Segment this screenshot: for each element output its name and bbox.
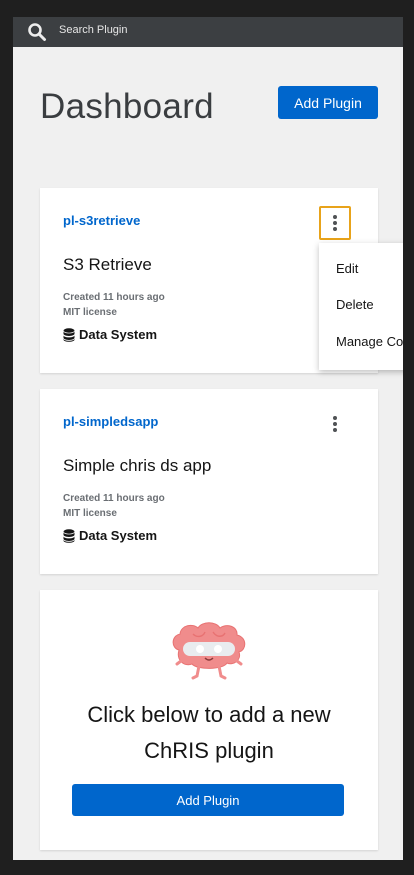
page-title: Dashboard <box>40 87 214 126</box>
add-plugin-cta-button[interactable]: Add Plugin <box>72 784 344 816</box>
plugin-card: pl-simpledsapp Simple chris ds app Creat… <box>40 389 378 574</box>
add-plugin-card: Click below to add a new ChRIS plugin Ad… <box>40 590 378 850</box>
plugin-created: Created 11 hours ago <box>63 493 165 504</box>
plugin-name-link[interactable]: pl-s3retrieve <box>63 213 140 228</box>
plugin-license: MIT license <box>63 508 117 519</box>
kebab-icon <box>333 416 337 432</box>
top-search-bar: Search Plugin <box>13 17 403 47</box>
menu-item-delete[interactable]: Delete <box>336 297 374 312</box>
add-plugin-button[interactable]: Add Plugin <box>278 86 378 119</box>
search-input[interactable]: Search Plugin <box>59 24 128 36</box>
kebab-menu-button[interactable] <box>319 206 351 240</box>
kebab-menu-button[interactable] <box>319 407 351 441</box>
kebab-icon <box>333 215 337 231</box>
plugin-name-link[interactable]: pl-simpledsapp <box>63 414 158 429</box>
database-icon <box>63 528 75 543</box>
database-icon <box>63 327 75 342</box>
menu-item-edit[interactable]: Edit <box>336 261 358 276</box>
plugin-created: Created 11 hours ago <box>63 292 165 303</box>
plugin-actions-menu: Edit Delete Manage Co <box>319 243 403 370</box>
plugin-title: S3 Retrieve <box>63 255 152 274</box>
plugin-category: Data System <box>63 327 157 342</box>
add-plugin-prompt: Click below to add a new ChRIS plugin <box>87 702 331 763</box>
brain-mascot-icon <box>172 622 246 680</box>
plugin-license: MIT license <box>63 307 117 318</box>
search-icon[interactable] <box>27 22 47 42</box>
menu-item-manage[interactable]: Manage Co <box>336 334 403 349</box>
plugin-title: Simple chris ds app <box>63 456 212 475</box>
app-frame: Search Plugin Dashboard Add Plugin pl-s3… <box>13 17 403 860</box>
plugin-category: Data System <box>63 528 157 543</box>
